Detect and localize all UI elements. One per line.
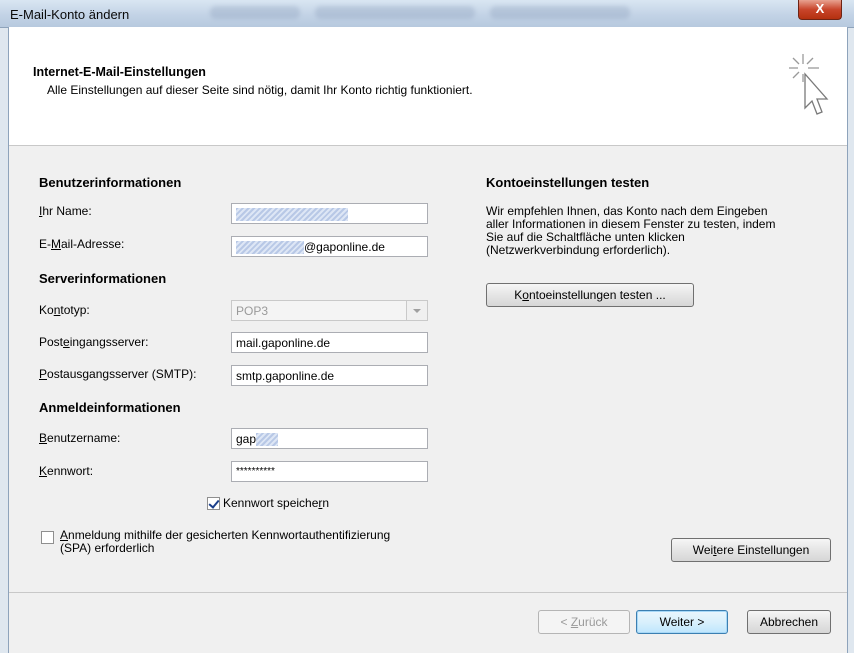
redacted-text (236, 208, 348, 222)
email-domain: @gaponline.de (304, 240, 385, 254)
email-field[interactable]: @gaponline.de (231, 236, 428, 257)
footer-separator (9, 592, 847, 593)
server-info-section-title: Serverinformationen (39, 271, 167, 286)
redacted-text (236, 241, 304, 255)
login-info-section-title: Anmeldeinformationen (39, 400, 181, 415)
username-label: Benutzername: (39, 431, 121, 445)
save-password-checkbox[interactable] (207, 497, 220, 510)
window-title: E-Mail-Konto ändern (10, 7, 130, 22)
user-info-section-title: Benutzerinformationen (39, 175, 182, 190)
username-value: gap (236, 432, 257, 446)
header-subtitle: Alle Einstellungen auf dieser Seite sind… (47, 83, 473, 97)
header-title: Internet-E-Mail-Einstellungen (33, 65, 206, 79)
background-taskbar-blur (210, 6, 300, 19)
account-type-select[interactable]: POP3 (231, 300, 428, 321)
save-password-label: Kennwort speichern (223, 496, 330, 510)
password-field[interactable]: ********** (231, 461, 428, 482)
back-button[interactable]: < Zurück (538, 610, 630, 634)
username-field[interactable]: gap (231, 428, 428, 449)
dialog: Internet-E-Mail-Einstellungen Alle Einst… (8, 27, 848, 653)
password-label: Kennwort: (39, 464, 94, 478)
spa-checkbox[interactable] (41, 531, 54, 544)
background-taskbar-blur (490, 6, 630, 19)
email-label: E-Mail-Adresse: (39, 237, 125, 251)
chevron-down-icon (406, 301, 427, 320)
outgoing-server-field[interactable]: smtp.gaponline.de (231, 365, 428, 386)
outgoing-server-label: Postausgangsserver (SMTP): (39, 367, 197, 381)
more-settings-button[interactable]: Weitere Einstellungen (671, 538, 831, 562)
title-bar: E-Mail-Konto ändern X (0, 0, 854, 28)
test-section-title: Kontoeinstellungen testen (486, 175, 650, 190)
redacted-text (256, 433, 279, 447)
name-field[interactable] (231, 203, 428, 224)
spa-label: Anmeldung mithilfe der gesicherten Kennw… (60, 528, 391, 555)
account-type-value: POP3 (236, 304, 269, 318)
name-label: Ihr Name: (39, 204, 92, 218)
sparkle-cursor-icon (789, 54, 829, 115)
next-button[interactable]: Weiter > (636, 610, 728, 634)
dialog-header: Internet-E-Mail-Einstellungen Alle Einst… (9, 27, 847, 146)
incoming-server-label: Posteingangsserver: (39, 335, 149, 349)
cancel-button[interactable]: Abbrechen (747, 610, 831, 634)
close-icon: X (815, 1, 825, 16)
incoming-server-field[interactable]: mail.gaponline.de (231, 332, 428, 353)
close-button[interactable]: X (798, 0, 842, 20)
background-taskbar-blur (315, 6, 475, 19)
test-description: Wir empfehlen Ihnen, das Konto nach dem … (486, 204, 776, 257)
test-account-settings-button[interactable]: Kontoeinstellungen testen ... (486, 283, 694, 307)
account-type-label: Kontotyp: (39, 303, 90, 317)
